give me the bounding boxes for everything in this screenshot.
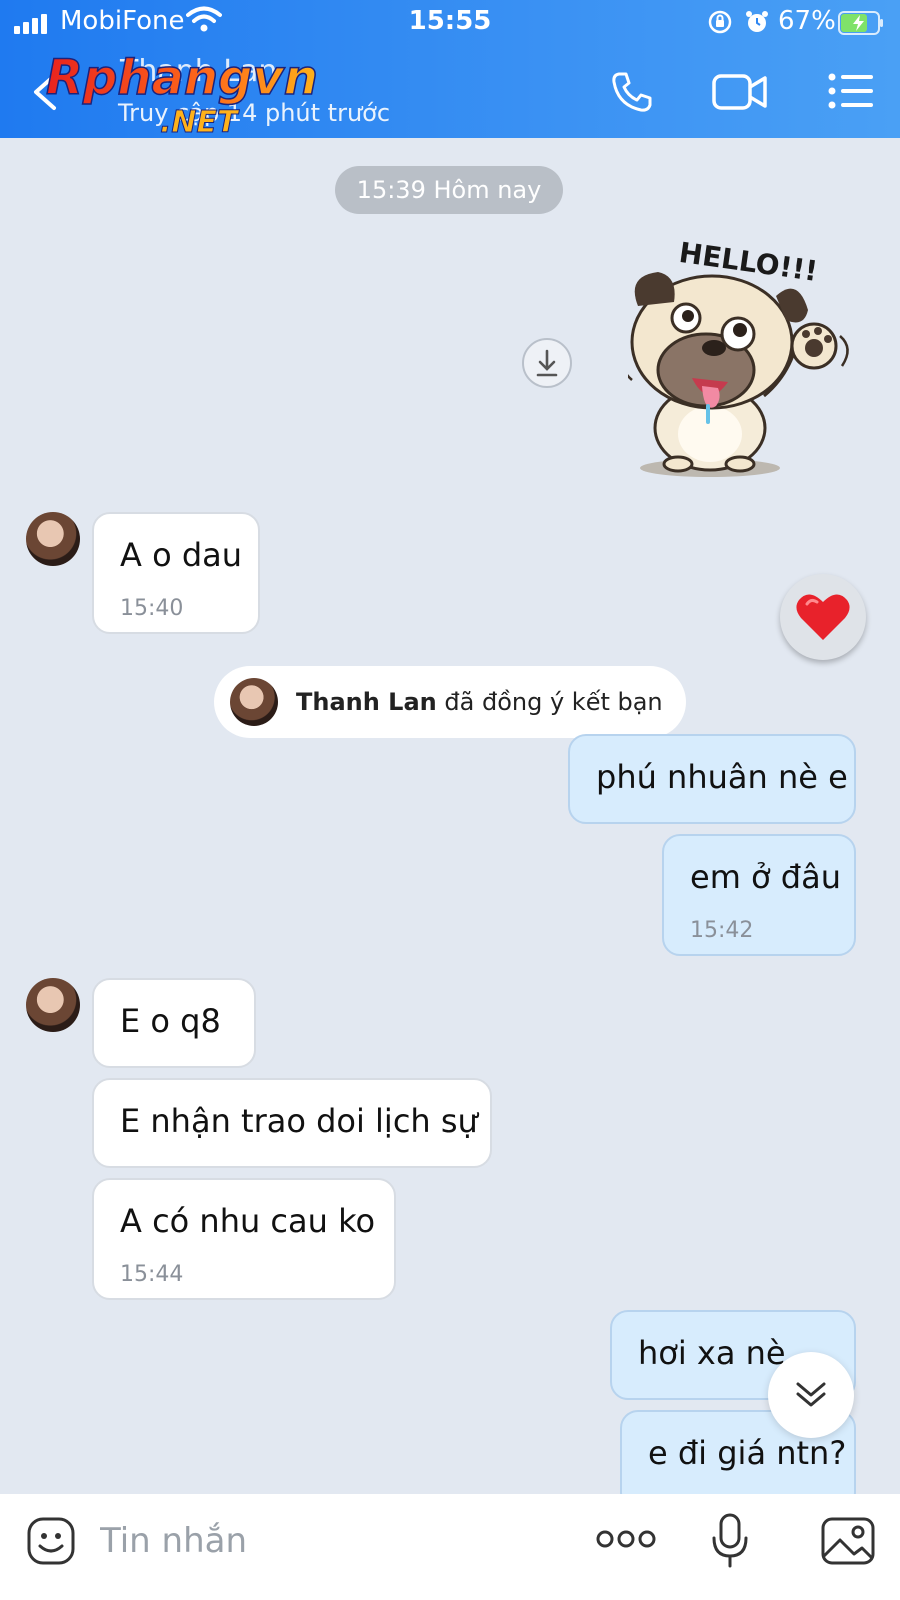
hello-pug-sticker[interactable]: HELLO!!! xyxy=(628,236,878,486)
notice-avatar xyxy=(230,678,278,726)
emoji-icon[interactable] xyxy=(26,1516,76,1566)
contact-avatar[interactable] xyxy=(26,978,80,1032)
alarm-icon xyxy=(746,11,768,32)
battery-percent: 67% xyxy=(778,6,836,36)
notice-name: Thanh Lan xyxy=(296,688,437,716)
message-text: hơi xa nè xyxy=(638,1334,786,1372)
message-time: 15:42 xyxy=(690,918,754,943)
message-bubble-in[interactable]: E o q8 xyxy=(92,978,256,1068)
notice-action: đã đồng ý kết bạn xyxy=(436,688,663,716)
notice-text: Thanh Lan đã đồng ý kết bạn xyxy=(296,688,663,716)
message-text: phú nhuân nè e xyxy=(596,758,848,796)
message-bubble-in[interactable]: E nhận trao doi lịch sự xyxy=(92,1078,492,1168)
friend-accepted-notice: Thanh Lan đã đồng ý kết bạn xyxy=(214,666,686,738)
chat-header: MobiFone 15:55 67% Thanh Lan Truy cập 14… xyxy=(0,0,900,141)
message-bubble-out[interactable]: phú nhuân nè e xyxy=(568,734,856,824)
phone-icon[interactable] xyxy=(610,70,654,114)
reaction-button[interactable] xyxy=(780,574,866,660)
download-button[interactable] xyxy=(522,338,572,388)
message-bubble-out[interactable]: em ở đâu 15:42 xyxy=(662,834,856,956)
contact-avatar[interactable] xyxy=(26,512,80,566)
download-icon xyxy=(536,349,558,377)
chat-area[interactable]: 15:39 Hôm nay HELLO!!! A o dau 15:40 Tha… xyxy=(0,138,900,1494)
more-dots-icon[interactable] xyxy=(596,1524,656,1554)
svg-text:Rphangvn: Rphangvn xyxy=(46,50,318,106)
image-icon[interactable] xyxy=(820,1516,876,1566)
message-text: E nhận trao doi lịch sự xyxy=(120,1102,478,1140)
message-input[interactable] xyxy=(100,1518,560,1564)
status-bar: MobiFone 15:55 67% xyxy=(0,0,900,46)
double-chevron-down-icon xyxy=(796,1382,826,1407)
message-text: A o dau xyxy=(120,536,243,574)
menu-list-icon[interactable] xyxy=(828,72,874,110)
message-bubble-in[interactable]: A o dau 15:40 xyxy=(92,512,260,634)
message-text: e đi giá ntn? xyxy=(648,1434,847,1472)
date-divider: 15:39 Hôm nay xyxy=(335,166,563,214)
message-input-bar xyxy=(0,1494,900,1600)
heart-icon xyxy=(796,594,850,640)
microphone-icon[interactable] xyxy=(710,1512,750,1570)
scroll-to-bottom-button[interactable] xyxy=(768,1352,854,1438)
message-time: 15:40 xyxy=(120,596,184,621)
message-text: E o q8 xyxy=(120,1002,221,1040)
watermark-logo: Rphangvn .NET xyxy=(45,49,318,140)
message-text: em ở đâu xyxy=(690,858,841,896)
svg-text:.NET: .NET xyxy=(160,105,240,140)
video-camera-icon[interactable] xyxy=(712,72,768,112)
rotation-lock-icon xyxy=(708,10,732,34)
battery-icon xyxy=(838,11,883,35)
message-bubble-in[interactable]: A có nhu cau ko 15:44 xyxy=(92,1178,396,1300)
message-text: A có nhu cau ko xyxy=(120,1202,376,1240)
message-time: 15:44 xyxy=(120,1262,184,1287)
